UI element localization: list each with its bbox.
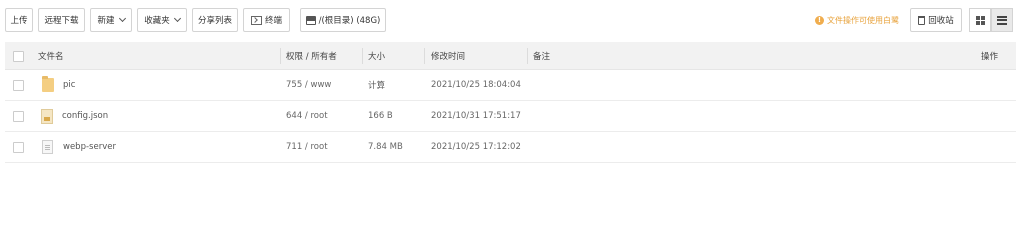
- size-cell: 166 B: [368, 101, 393, 131]
- row-checkbox[interactable]: [13, 142, 24, 153]
- file-name[interactable]: pic: [63, 80, 75, 90]
- terminal-label: 终端: [264, 16, 282, 26]
- header-remark-label: 备注: [533, 51, 551, 62]
- upload-button[interactable]: 上传: [5, 8, 33, 32]
- header-size-label: 大小: [368, 51, 386, 62]
- chevron-down-icon: [118, 14, 126, 23]
- size-cell[interactable]: 计算: [368, 70, 385, 100]
- terminal-icon: [250, 15, 262, 25]
- permission-owner[interactable]: 644 / root: [286, 111, 328, 121]
- favorites-dropdown-button[interactable]: 收藏夹: [137, 8, 187, 32]
- permission-cell[interactable]: 711 / root: [286, 132, 328, 162]
- new-label: 新建: [97, 16, 115, 26]
- remote-download-button[interactable]: 远程下载: [38, 8, 85, 32]
- disk-label: /(根目录) (48G): [318, 16, 381, 26]
- file-icon: [42, 140, 53, 154]
- file-operation-warning[interactable]: ! 文件操作可使用白鹭: [815, 12, 899, 28]
- json-file-icon: [41, 108, 53, 124]
- disk-root-button[interactable]: /(根目录) (48G): [300, 8, 386, 32]
- header-permission-label: 权限 / 所有者: [286, 51, 337, 62]
- file-name[interactable]: config.json: [62, 111, 108, 121]
- mtime-cell: 2021/10/25 18:04:04: [431, 70, 521, 100]
- mtime-cell: 2021/10/31 17:51:17: [431, 101, 521, 131]
- table-row[interactable]: config.json 644 / root 166 B 2021/10/31 …: [5, 101, 1016, 132]
- share-list-button[interactable]: 分享列表: [192, 8, 238, 32]
- modified-time: 2021/10/31 17:51:17: [431, 111, 521, 121]
- grid-view-icon: [975, 15, 985, 25]
- modified-time: 2021/10/25 18:04:04: [431, 80, 521, 90]
- share-list-label: 分享列表: [197, 16, 232, 26]
- file-name-cell[interactable]: pic: [42, 70, 75, 100]
- column-header-mtime[interactable]: 修改时间: [431, 42, 465, 69]
- calculate-size-link[interactable]: 计算: [368, 79, 385, 91]
- select-all-checkbox[interactable]: [13, 50, 24, 62]
- header-action-label: 操作: [980, 51, 998, 62]
- disk-icon: [305, 15, 316, 25]
- column-divider: [280, 48, 281, 64]
- column-header-action: 操作: [981, 42, 998, 69]
- column-divider: [424, 48, 425, 64]
- permission-owner[interactable]: 755 / www: [286, 80, 331, 90]
- recycle-bin-button[interactable]: 回收站: [910, 8, 962, 32]
- column-divider: [362, 48, 363, 64]
- new-dropdown-button[interactable]: 新建: [90, 8, 132, 32]
- permission-cell[interactable]: 644 / root: [286, 101, 328, 131]
- column-header-remark: 备注: [533, 42, 550, 69]
- file-size: 166 B: [368, 111, 393, 121]
- column-divider: [527, 48, 528, 64]
- row-checkbox[interactable]: [13, 111, 24, 122]
- mtime-cell: 2021/10/25 17:12:02: [431, 132, 521, 162]
- table-row[interactable]: pic 755 / www 计算 2021/10/25 18:04:04: [5, 70, 1016, 101]
- table-header: 文件名 权限 / 所有者 大小 修改时间 备注 操作: [5, 42, 1016, 70]
- table-row[interactable]: webp-server 711 / root 7.84 MB 2021/10/2…: [5, 132, 1016, 163]
- warning-icon: !: [815, 15, 824, 25]
- list-view-icon: [997, 15, 1007, 25]
- grid-view-button[interactable]: [969, 8, 991, 32]
- column-header-size[interactable]: 大小: [368, 42, 385, 69]
- file-table: 文件名 权限 / 所有者 大小 修改时间 备注 操作 pic 755 / www: [5, 42, 1016, 163]
- modified-time: 2021/10/25 17:12:02: [431, 142, 521, 152]
- size-cell: 7.84 MB: [368, 132, 403, 162]
- file-name-cell[interactable]: config.json: [41, 101, 108, 131]
- file-size: 7.84 MB: [368, 142, 403, 152]
- header-mtime-label: 修改时间: [431, 51, 466, 62]
- remote-download-label: 远程下载: [44, 16, 79, 26]
- list-view-button[interactable]: [991, 8, 1013, 32]
- terminal-button[interactable]: 终端: [243, 8, 290, 32]
- permission-cell[interactable]: 755 / www: [286, 70, 331, 100]
- upload-label: 上传: [10, 16, 28, 26]
- folder-icon: [42, 76, 54, 92]
- recycle-bin-label: 回收站: [928, 16, 954, 26]
- permission-owner[interactable]: 711 / root: [286, 142, 328, 152]
- column-header-name[interactable]: 文件名: [38, 42, 64, 69]
- file-name[interactable]: webp-server: [63, 142, 116, 152]
- trash-icon: [918, 15, 926, 25]
- favorites-label: 收藏夹: [144, 16, 170, 26]
- toolbar: 上传 远程下载 新建 收藏夹 分享列表 终端 /(根目录) (48G) ! 文件…: [0, 0, 1024, 40]
- warning-text: 文件操作可使用白鹭: [827, 15, 899, 25]
- header-name-label: 文件名: [38, 51, 64, 62]
- file-name-cell[interactable]: webp-server: [42, 132, 116, 162]
- row-checkbox[interactable]: [13, 80, 24, 91]
- column-header-permission[interactable]: 权限 / 所有者: [286, 42, 337, 69]
- chevron-down-icon: [173, 14, 181, 23]
